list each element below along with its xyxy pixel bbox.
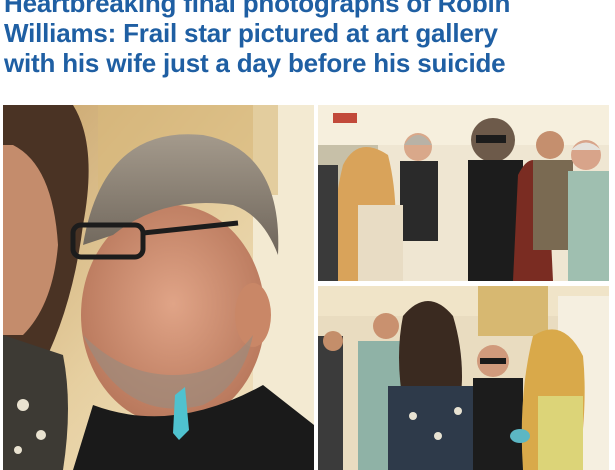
gallery-conversation-photo <box>318 286 609 470</box>
article-page: Heartbreaking final photographs of Robin… <box>0 0 615 470</box>
headline-line-1: Heartbreaking final photographs of Robin <box>4 0 511 18</box>
main-photo <box>3 105 314 470</box>
article-headline: Heartbreaking final photographs of Robin… <box>4 0 604 78</box>
gallery-crowd-photo <box>318 105 609 281</box>
headline-line-2: Williams: Frail star pictured at art gal… <box>4 18 498 48</box>
page-edge <box>609 100 615 470</box>
headline-line-3: with his wife just a day before his suic… <box>4 48 506 78</box>
